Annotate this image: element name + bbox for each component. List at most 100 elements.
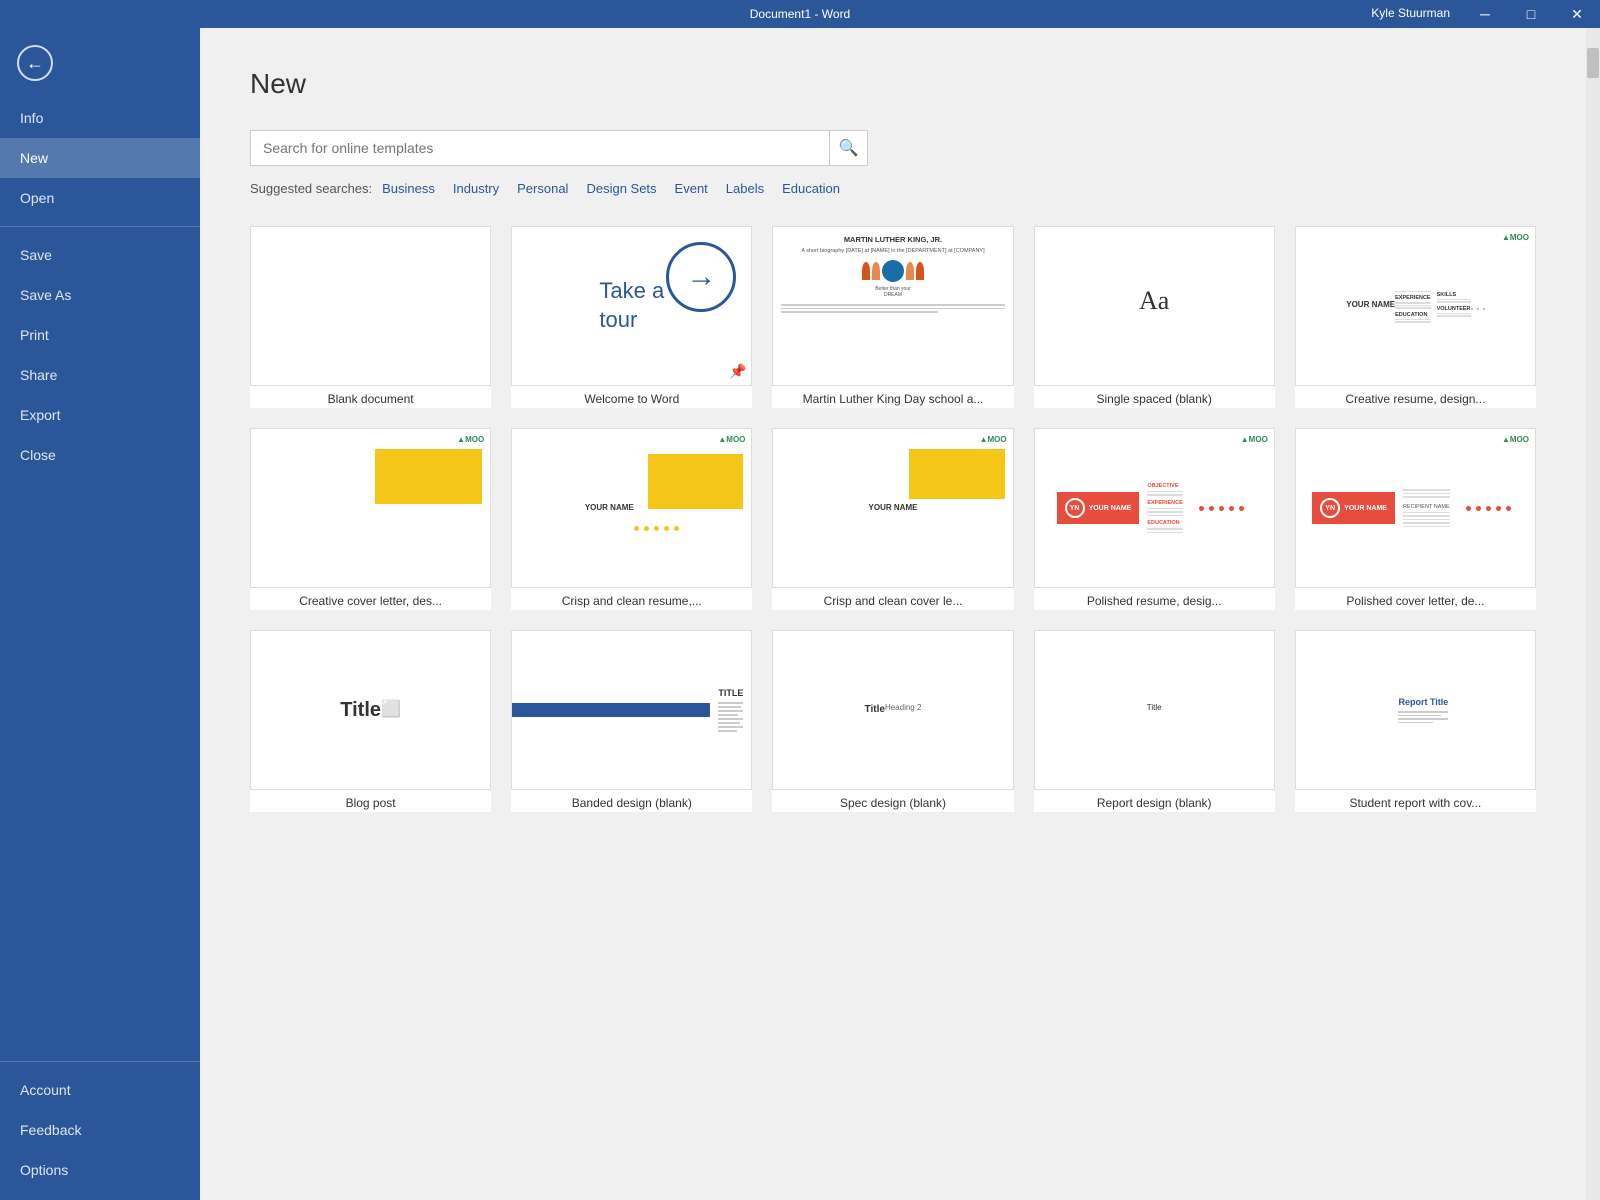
sidebar-label-info: Info	[20, 110, 43, 126]
template-thumb-report: Title	[1034, 630, 1275, 790]
template-thumb-banded: TITLE	[511, 630, 752, 790]
template-thumb-crisp-cover: ▲MOO YOUR NAME	[772, 428, 1013, 588]
template-label-student-report: Student report with cov...	[1295, 790, 1536, 812]
sidebar-label-options: Options	[20, 1162, 68, 1178]
pin-icon[interactable]: 📌	[729, 363, 746, 380]
template-label-crisp-cover: Crisp and clean cover le...	[772, 588, 1013, 610]
sidebar-label-new: New	[20, 150, 48, 166]
sidebar-label-account: Account	[20, 1082, 71, 1098]
template-label-blank: Blank document	[250, 386, 491, 408]
template-label-single-spaced: Single spaced (blank)	[1034, 386, 1275, 408]
close-button[interactable]: ✕	[1554, 0, 1600, 28]
app-body: ← Info New Open Save Save As Print Share…	[0, 28, 1600, 1200]
suggested-link-design-sets[interactable]: Design Sets	[586, 181, 656, 196]
template-label-creative-cover: Creative cover letter, des...	[250, 588, 491, 610]
sidebar-item-export[interactable]: Export	[0, 395, 200, 435]
search-icon: 🔍	[839, 138, 859, 158]
window-controls: ─ □ ✕	[1462, 0, 1600, 28]
template-label-tour: Welcome to Word	[511, 386, 752, 408]
template-label-creative-resume: Creative resume, design...	[1295, 386, 1536, 408]
scrollbar-thumb[interactable]	[1587, 48, 1599, 78]
maximize-button[interactable]: □	[1508, 0, 1554, 28]
page-title: New	[250, 68, 1536, 100]
template-thumb-polished-cover: ▲MOO YN YOUR NAME RECIPIENT NAME	[1295, 428, 1536, 588]
sidebar-item-save[interactable]: Save	[0, 235, 200, 275]
title-bar: Document1 - Word Kyle Stuurman ─ □ ✕	[0, 0, 1600, 28]
suggested-searches: Suggested searches: Business Industry Pe…	[250, 181, 1536, 196]
main-content: New 🔍 Suggested searches: Business Indus…	[200, 28, 1586, 1200]
template-spec[interactable]: Title Heading 2 Spec design (blank	[772, 630, 1013, 812]
sidebar-item-options[interactable]: Options	[0, 1150, 200, 1190]
sidebar-bottom: Account Feedback Options	[0, 1070, 200, 1200]
template-thumb-polished-resume: ▲MOO YN YOUR NAME OBJECTIVE EXPERIENCE E…	[1034, 428, 1275, 588]
template-thumb-blog-post: Title ⬜	[250, 630, 491, 790]
sidebar-spacer	[0, 475, 200, 1053]
template-label-polished-resume: Polished resume, desig...	[1034, 588, 1275, 610]
template-label-crisp-resume: Crisp and clean resume,...	[511, 588, 752, 610]
sidebar-label-share: Share	[20, 367, 57, 383]
template-label-mlk: Martin Luther King Day school a...	[772, 386, 1013, 408]
template-blog-post[interactable]: Title ⬜ Blog post	[250, 630, 491, 812]
sidebar-label-feedback: Feedback	[20, 1122, 81, 1138]
template-thumb-tour: Take atour → 📌	[511, 226, 752, 386]
suggested-label: Suggested searches:	[250, 181, 372, 196]
template-creative-resume[interactable]: ▲MOO YOUR NAME EXPERIENCE EDUCATION	[1295, 226, 1536, 408]
template-thumb-student-report: Report Title	[1295, 630, 1536, 790]
template-label-report: Report design (blank)	[1034, 790, 1275, 812]
suggested-link-education[interactable]: Education	[782, 181, 840, 196]
sidebar-item-account[interactable]: Account	[0, 1070, 200, 1110]
template-thumb-creative-cover: ▲MOO	[250, 428, 491, 588]
template-crisp-resume[interactable]: ▲MOO YOUR NAME	[511, 428, 752, 610]
template-crisp-cover[interactable]: ▲MOO YOUR NAME Crisp and clean cover le.	[772, 428, 1013, 610]
sidebar-label-save-as: Save As	[20, 287, 71, 303]
sidebar-item-new[interactable]: New	[0, 138, 200, 178]
template-thumb-single-spaced: Aa	[1034, 226, 1275, 386]
suggested-link-business[interactable]: Business	[382, 181, 435, 196]
sidebar-label-close: Close	[20, 447, 56, 463]
template-label-blog-post: Blog post	[250, 790, 491, 812]
sidebar-label-export: Export	[20, 407, 60, 423]
minimize-button[interactable]: ─	[1462, 0, 1508, 28]
template-report[interactable]: Title Report design (blank)	[1034, 630, 1275, 812]
template-label-polished-cover: Polished cover letter, de...	[1295, 588, 1536, 610]
sidebar-item-feedback[interactable]: Feedback	[0, 1110, 200, 1150]
suggested-link-personal[interactable]: Personal	[517, 181, 568, 196]
back-button[interactable]: ←	[10, 38, 60, 88]
search-input[interactable]	[250, 130, 830, 166]
sidebar: ← Info New Open Save Save As Print Share…	[0, 28, 200, 1200]
template-student-report[interactable]: Report Title Student report with cov...	[1295, 630, 1536, 812]
sidebar-item-open[interactable]: Open	[0, 178, 200, 218]
template-thumb-creative-resume: ▲MOO YOUR NAME EXPERIENCE EDUCATION	[1295, 226, 1536, 386]
template-single-spaced[interactable]: Aa Single spaced (blank)	[1034, 226, 1275, 408]
template-label-banded: Banded design (blank)	[511, 790, 752, 812]
template-thumb-blank	[250, 226, 491, 386]
search-button[interactable]: 🔍	[830, 130, 868, 166]
suggested-link-event[interactable]: Event	[675, 181, 708, 196]
sidebar-divider-1	[0, 226, 200, 227]
sidebar-item-info[interactable]: Info	[0, 98, 200, 138]
sidebar-label-print: Print	[20, 327, 49, 343]
suggested-link-industry[interactable]: Industry	[453, 181, 499, 196]
sidebar-item-share[interactable]: Share	[0, 355, 200, 395]
template-thumb-mlk: MARTIN LUTHER KING, JR. A short biograph…	[772, 226, 1013, 386]
template-polished-cover[interactable]: ▲MOO YN YOUR NAME RECIPIENT NAME	[1295, 428, 1536, 610]
template-blank[interactable]: Blank document	[250, 226, 491, 408]
sidebar-label-open: Open	[20, 190, 54, 206]
sidebar-item-close[interactable]: Close	[0, 435, 200, 475]
sidebar-item-print[interactable]: Print	[0, 315, 200, 355]
user-name: Kyle Stuurman	[1371, 6, 1450, 20]
suggested-link-labels[interactable]: Labels	[726, 181, 764, 196]
template-tour[interactable]: Take atour → 📌 Welcome to Word	[511, 226, 752, 408]
template-polished-resume[interactable]: ▲MOO YN YOUR NAME OBJECTIVE EXPERIENCE E…	[1034, 428, 1275, 610]
template-banded[interactable]: TITLE Banded design (blank	[511, 630, 752, 812]
window-title: Document1 - Word	[750, 7, 850, 21]
template-mlk[interactable]: MARTIN LUTHER KING, JR. A short biograph…	[772, 226, 1013, 408]
template-thumb-spec: Title Heading 2	[772, 630, 1013, 790]
sidebar-item-save-as[interactable]: Save As	[0, 275, 200, 315]
scrollbar[interactable]	[1586, 28, 1600, 1200]
template-creative-cover[interactable]: ▲MOO	[250, 428, 491, 610]
sidebar-label-save: Save	[20, 247, 52, 263]
template-thumb-crisp-resume: ▲MOO YOUR NAME	[511, 428, 752, 588]
back-icon: ←	[17, 45, 53, 81]
template-grid: Blank document Take atour → 📌 Welcome to…	[250, 226, 1536, 812]
